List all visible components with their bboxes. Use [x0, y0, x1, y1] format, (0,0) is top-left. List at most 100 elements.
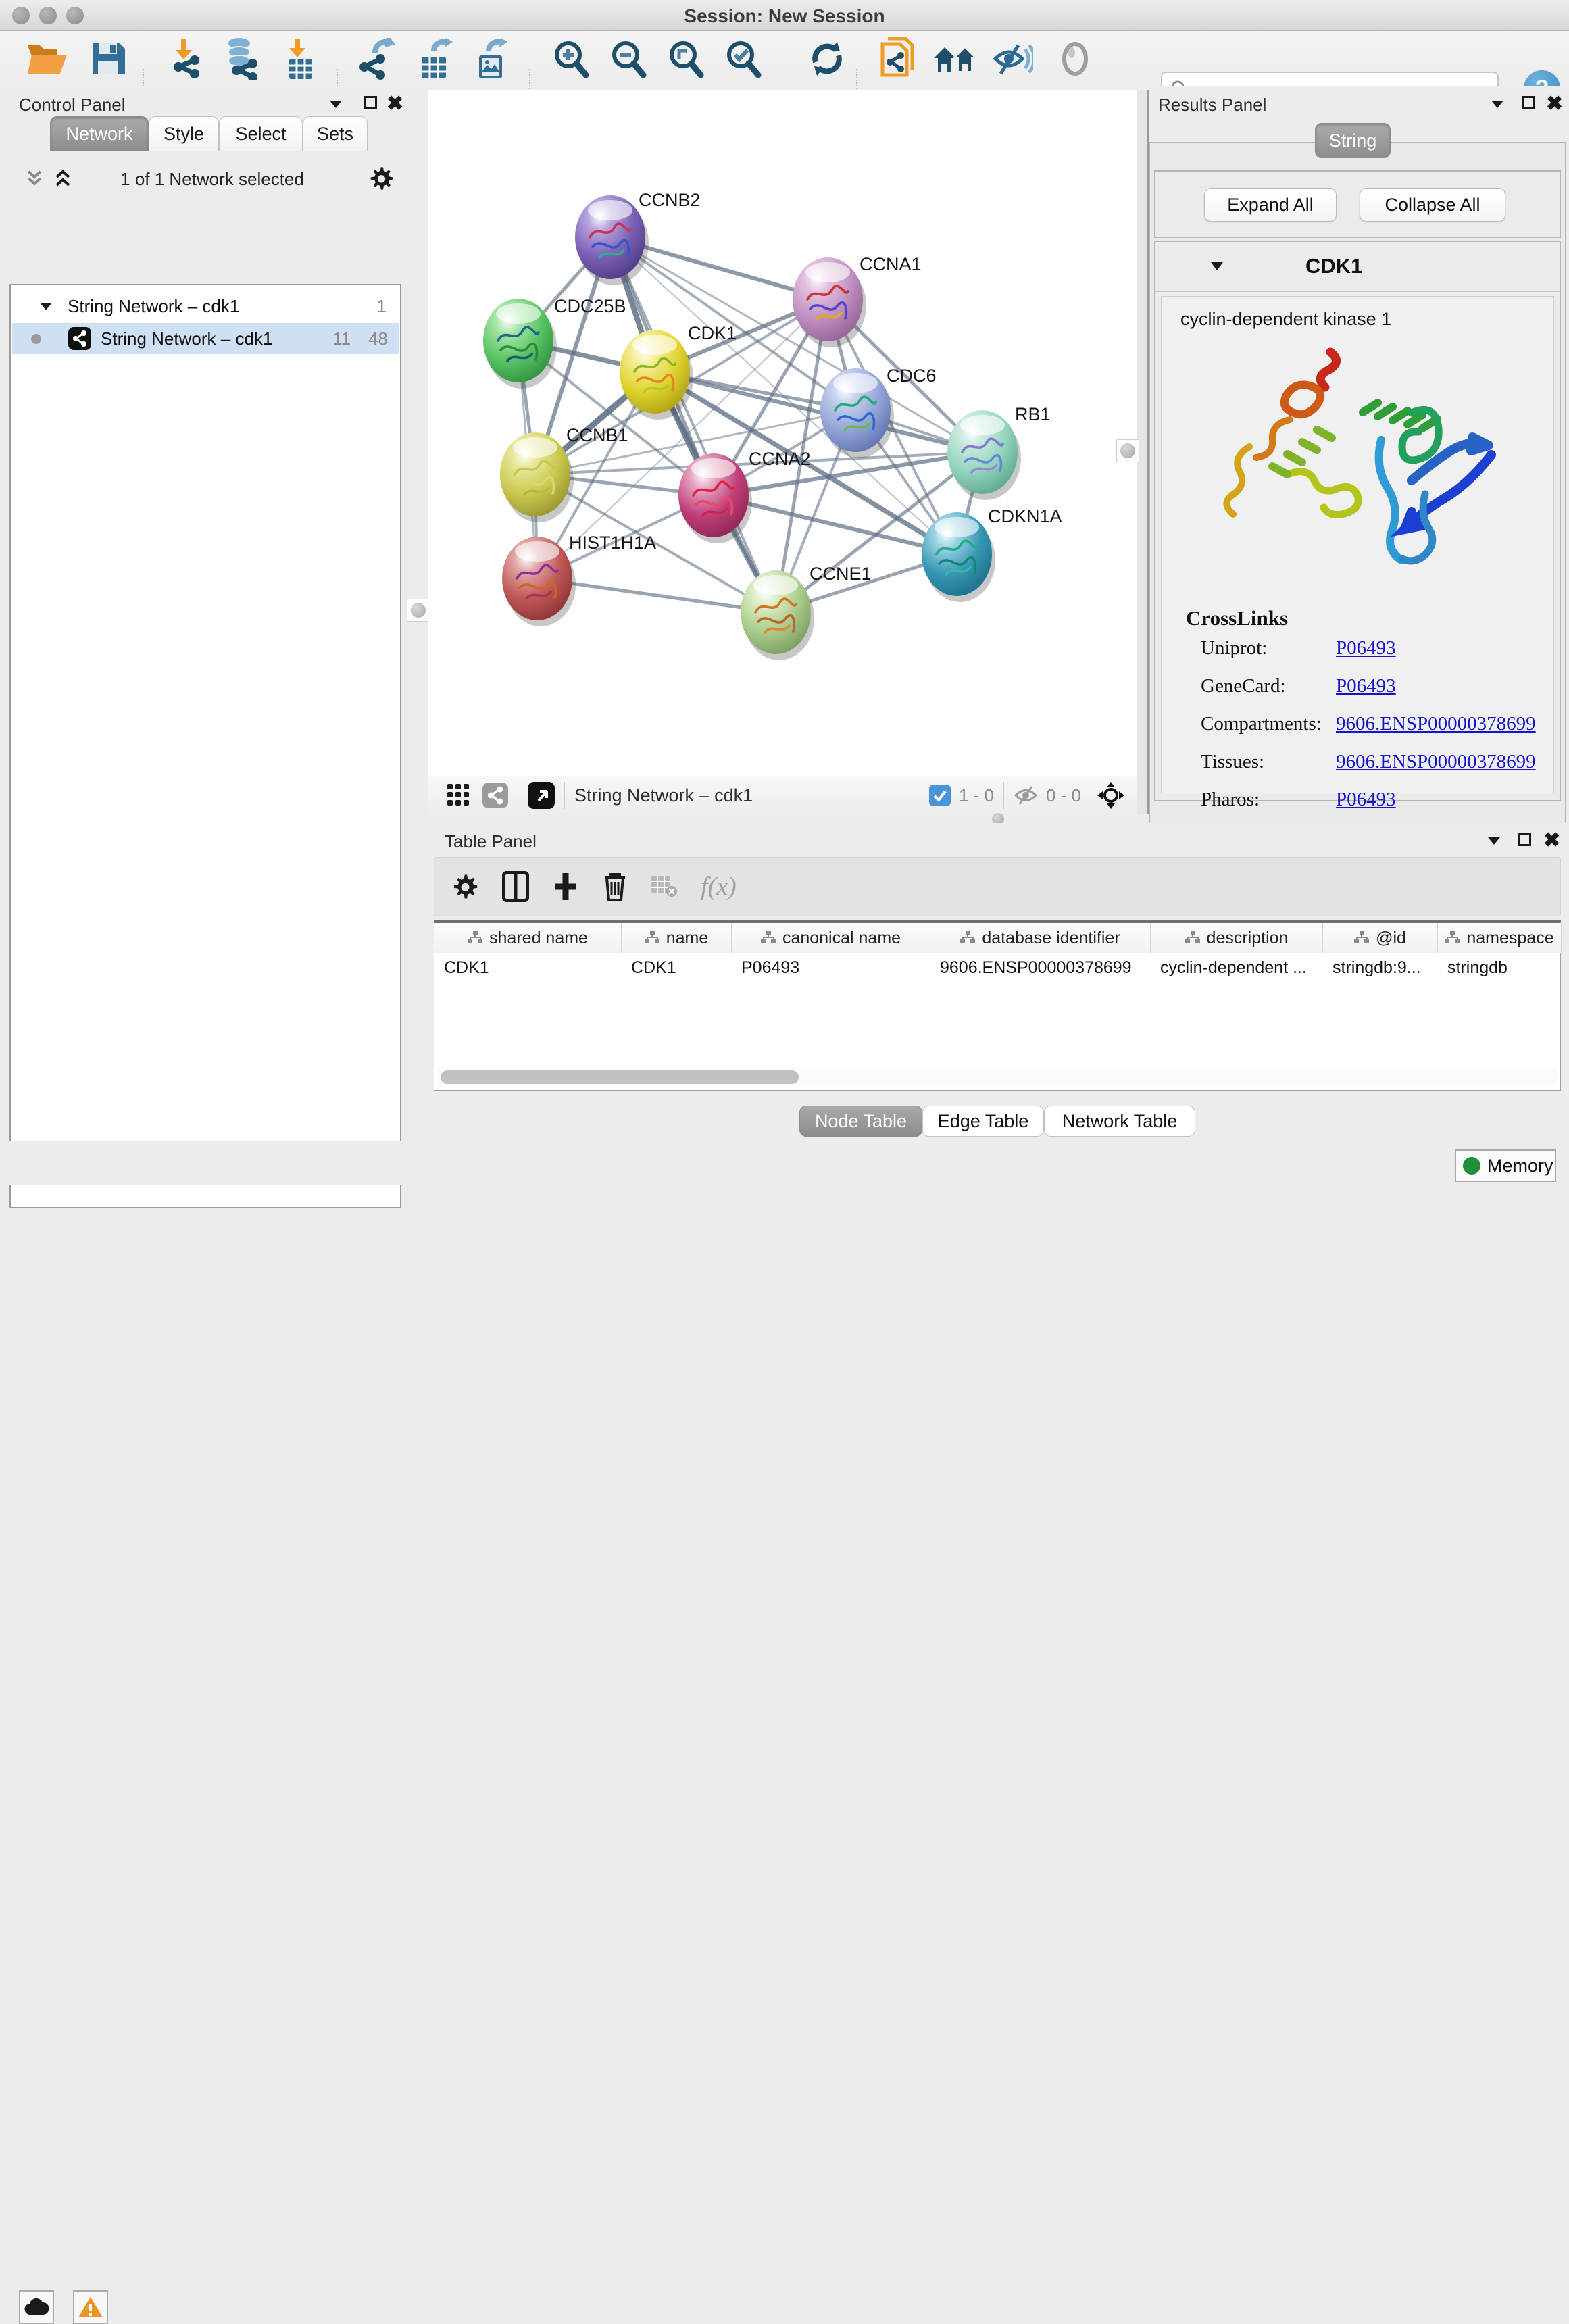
export-network-icon[interactable]: [351, 36, 402, 81]
column-header-canonical-name[interactable]: canonical name: [732, 923, 930, 953]
results-panel-float-icon[interactable]: [1522, 96, 1535, 109]
zoom-in-icon[interactable]: [545, 36, 597, 81]
table-cell[interactable]: cyclin-dependent ...: [1151, 958, 1323, 978]
delete-table-icon[interactable]: [651, 875, 678, 898]
table-toolbar: f(x): [434, 857, 1561, 916]
column-header--id[interactable]: @id: [1323, 923, 1438, 953]
tab-string[interactable]: String: [1315, 123, 1391, 158]
refresh-icon[interactable]: [801, 36, 853, 81]
left-splitter-handle[interactable]: [407, 599, 430, 622]
tab-network-table[interactable]: Network Table: [1044, 1106, 1195, 1137]
save-session-icon[interactable]: [82, 36, 134, 81]
tab-network[interactable]: Network: [50, 116, 149, 151]
control-panel-menu-icon[interactable]: [328, 99, 343, 109]
tab-style[interactable]: Style: [149, 116, 219, 151]
column-header-description[interactable]: description: [1151, 923, 1323, 953]
table-cell[interactable]: P06493: [732, 958, 930, 978]
network-canvas[interactable]: CCNB2CCNA1CDC25BCDK1CDC6RB1CCNB1CCNA2CDK…: [428, 90, 1137, 776]
network-edge[interactable]: [610, 237, 776, 612]
network-tree-child-row[interactable]: String Network – cdk1 11 48: [12, 323, 399, 354]
table-row[interactable]: CDK1CDK1P064939606.ENSP00000378699cyclin…: [434, 953, 1560, 983]
network-tree: String Network – cdk1 1 String Network –…: [9, 284, 401, 1208]
table-horizontal-scrollbar[interactable]: [438, 1068, 1557, 1085]
node-label: CDK1: [688, 323, 737, 343]
table-cell[interactable]: 9606.ENSP00000378699: [930, 958, 1151, 978]
results-panel-menu-icon[interactable]: [1490, 99, 1505, 109]
tab-select[interactable]: Select: [219, 116, 303, 151]
network-node-hist1h1a[interactable]: HIST1H1A: [502, 533, 656, 626]
zoom-selected-icon[interactable]: [718, 36, 769, 81]
table-cell[interactable]: CDK1: [434, 958, 622, 978]
table-gear-icon[interactable]: [451, 872, 479, 901]
results-section-header[interactable]: CDK1: [1155, 242, 1560, 292]
memory-button[interactable]: Memory: [1455, 1149, 1556, 1182]
results-panel-close-icon[interactable]: ✖: [1546, 92, 1563, 116]
crosslink-link[interactable]: P06493: [1336, 675, 1396, 697]
column-header-database-identifier[interactable]: database identifier: [930, 923, 1151, 953]
table-scrollbar-thumb[interactable]: [441, 1070, 799, 1084]
tab-edge-table[interactable]: Edge Table: [922, 1106, 1044, 1137]
show-eye-icon[interactable]: [1049, 36, 1101, 81]
network-node-cdk1[interactable]: CDK1: [620, 323, 737, 420]
crosslink-link[interactable]: P06493: [1336, 637, 1396, 660]
table-panel-float-icon[interactable]: [1518, 833, 1531, 846]
tab-sets[interactable]: Sets: [303, 116, 368, 151]
table-cell[interactable]: stringdb: [1438, 958, 1562, 978]
tree-expander-icon[interactable]: [39, 301, 53, 312]
open-in-window-icon[interactable]: [528, 782, 555, 809]
network-node-ccna1[interactable]: CCNA1: [793, 254, 922, 347]
table-panel-close-icon[interactable]: ✖: [1543, 829, 1560, 852]
delete-column-icon[interactable]: [602, 871, 628, 902]
crosslink-label: Compartments:: [1201, 713, 1336, 735]
hide-selected-eye-icon[interactable]: [987, 36, 1038, 81]
export-image-icon[interactable]: [465, 36, 516, 81]
zoom-out-icon[interactable]: [603, 36, 654, 81]
network-node-rb1[interactable]: RB1: [947, 404, 1051, 500]
network-tree-root-row[interactable]: String Network – cdk1 1: [12, 291, 399, 322]
table-cell[interactable]: CDK1: [622, 958, 732, 978]
network-node-ccne1[interactable]: CCNE1: [741, 564, 872, 660]
share-file-icon[interactable]: [872, 36, 923, 81]
crosslink-link[interactable]: 9606.ENSP00000378699: [1336, 751, 1536, 773]
column-header-label: canonical name: [782, 929, 901, 948]
add-column-icon[interactable]: [552, 872, 579, 901]
function-builder-icon[interactable]: f(x): [701, 872, 737, 901]
show-columns-icon[interactable]: [502, 871, 529, 902]
import-network-database-icon[interactable]: [215, 36, 266, 81]
column-header-shared-name[interactable]: shared name: [434, 923, 622, 953]
birds-eye-share-icon[interactable]: [482, 783, 508, 808]
homes-icon[interactable]: [929, 36, 980, 81]
hidden-eye-icon[interactable]: [1014, 785, 1038, 806]
node-table: shared namename canonical name database id…: [434, 920, 1561, 1091]
column-header-name[interactable]: name: [622, 923, 732, 953]
cloud-button[interactable]: [19, 2290, 54, 2324]
results-panel: Results Panel ✖ String Expand All Collap…: [1149, 86, 1569, 823]
open-session-icon[interactable]: [22, 36, 73, 81]
control-panel-float-icon[interactable]: [364, 96, 377, 109]
network-node-cdkn1a[interactable]: CDKN1A: [922, 506, 1062, 602]
network-options-gear-icon[interactable]: [368, 165, 395, 192]
crosslink-link[interactable]: 9606.ENSP00000378699: [1336, 713, 1536, 735]
section-expander-icon[interactable]: [1210, 261, 1224, 272]
tab-node-table[interactable]: Node Table: [799, 1106, 922, 1137]
grid-view-icon[interactable]: [447, 784, 470, 807]
column-header-namespace[interactable]: namespace: [1438, 923, 1562, 953]
network-node-ccnb2[interactable]: CCNB2: [575, 190, 701, 285]
table-cell[interactable]: stringdb:9...: [1323, 958, 1438, 978]
collapse-all-button[interactable]: Collapse All: [1360, 188, 1505, 222]
network-node-ccnb1[interactable]: CCNB1: [500, 425, 628, 522]
warning-button[interactable]: [73, 2290, 108, 2324]
crosslink-link[interactable]: P06493: [1336, 789, 1396, 811]
network-node-cdc6[interactable]: CDC6: [820, 366, 937, 458]
import-network-file-icon[interactable]: [159, 36, 211, 81]
import-table-icon[interactable]: [274, 36, 326, 81]
network-node-cdc25b[interactable]: CDC25B: [483, 296, 626, 389]
selected-checkbox-icon[interactable]: [929, 785, 951, 806]
expand-all-button[interactable]: Expand All: [1204, 188, 1337, 222]
fit-content-crosshair-icon[interactable]: [1096, 781, 1126, 810]
control-panel-close-icon[interactable]: ✖: [387, 92, 403, 116]
right-splitter-handle[interactable]: [1116, 439, 1139, 462]
zoom-fit-icon[interactable]: [660, 36, 712, 81]
table-panel-menu-icon[interactable]: [1487, 835, 1501, 846]
export-table-icon[interactable]: [409, 36, 460, 81]
